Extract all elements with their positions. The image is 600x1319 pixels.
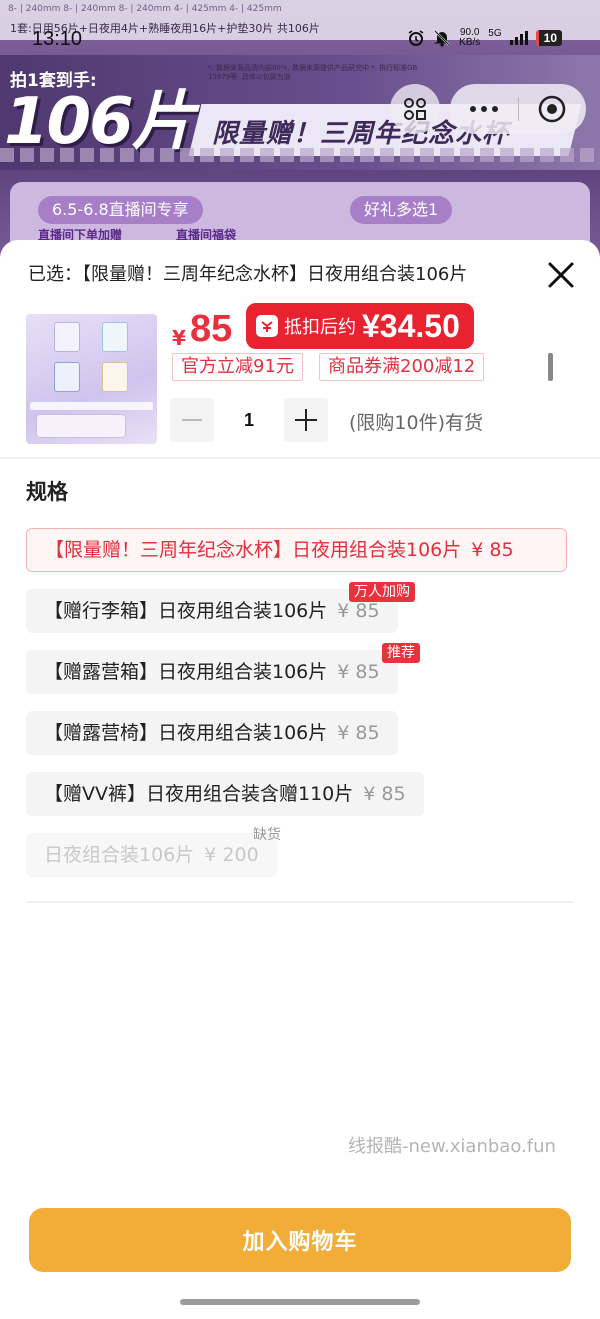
selected-summary: 已选：【限量赠！三周年纪念水杯】日夜用组合装106片 bbox=[28, 260, 508, 286]
price-symbol: ¥ bbox=[172, 326, 186, 350]
home-indicator[interactable] bbox=[180, 1299, 420, 1305]
scan-icon bbox=[404, 98, 426, 120]
spec-option-price: ¥ 85 bbox=[337, 661, 380, 683]
network-speed: 90.0 KB/s bbox=[459, 28, 480, 48]
status-time: 13:10 bbox=[32, 28, 83, 50]
plus-icon bbox=[295, 409, 317, 431]
network-type: 5G bbox=[488, 28, 502, 39]
stock-status: (限购10件)有货 bbox=[349, 412, 484, 434]
close-icon bbox=[548, 262, 574, 288]
mute-bell-icon bbox=[433, 29, 451, 47]
spec-badge-out-of-stock: 缺货 bbox=[253, 827, 281, 843]
more-button[interactable] bbox=[450, 84, 518, 134]
add-to-cart-button[interactable]: 加入购物车 bbox=[29, 1208, 571, 1272]
minus-icon bbox=[182, 419, 202, 421]
thumb-pack bbox=[102, 362, 128, 392]
status-icons: 90.0 KB/s 5G 10 bbox=[407, 28, 562, 48]
spec-option[interactable]: 【赠VV裤】日夜用组合装含赠110片 ¥ 85 bbox=[26, 772, 424, 816]
thumb-pack bbox=[54, 322, 80, 352]
banner-big-number: 106片 bbox=[4, 85, 196, 159]
after-discount-badge: 抵扣后约 ¥34.50 bbox=[246, 303, 474, 349]
banner-fine-print: *. 数据来源品牌内部80%, 数据来源提供产品研究中 *. 执行标准GB 15… bbox=[208, 64, 418, 81]
spec-option-label: 【赠VV裤】日夜用组合装含赠110片 bbox=[44, 783, 354, 805]
banner-pill-gift: 好礼多选1 bbox=[350, 196, 453, 224]
target-icon bbox=[538, 95, 566, 123]
signal-icon bbox=[509, 31, 528, 45]
close-button[interactable] bbox=[544, 258, 578, 292]
spec-option-price: ¥ 200 bbox=[204, 844, 259, 866]
thumb-pack bbox=[54, 362, 80, 392]
after-discount-label: 抵扣后约 bbox=[284, 317, 356, 338]
sku-selector-sheet: 已选：【限量赠！三周年纪念水杯】日夜用组合装106片 ¥ 85 抵扣后约 ¥34… bbox=[0, 240, 600, 1319]
scan-button[interactable] bbox=[390, 84, 440, 134]
spec-option-label: 【赠行李箱】日夜用组合装106片 bbox=[44, 600, 328, 622]
spec-option[interactable]: 【赠行李箱】日夜用组合装106片 ¥ 85 bbox=[26, 589, 398, 633]
spec-option-label: 日夜组合装106片 bbox=[44, 844, 195, 866]
spec-option-label: 【赠露营椅】日夜用组合装106片 bbox=[44, 722, 328, 744]
selected-prefix: 已选： bbox=[28, 264, 82, 285]
banner-pill-live: 6.5-6.8直播间专享 bbox=[38, 196, 203, 224]
banner-chain-decoration bbox=[0, 148, 600, 162]
spec-option-price: ¥ 85 bbox=[337, 722, 380, 744]
spec-option-label: 【赠露营箱】日夜用组合装106片 bbox=[44, 661, 328, 683]
section-divider bbox=[0, 457, 600, 459]
spec-option[interactable]: 【赠露营箱】日夜用组合装106片 ¥ 85 bbox=[26, 650, 398, 694]
product-thumbnail bbox=[26, 314, 157, 444]
spec-option-selected[interactable]: 【限量赠！三周年纪念水杯】日夜用组合装106片 ¥ 85 bbox=[26, 528, 567, 572]
selected-text: 【限量赠！三周年纪念水杯】日夜用组合装106片 bbox=[82, 264, 468, 285]
watermark: 线报酷-new.xianbao.fun bbox=[348, 1136, 556, 1157]
promo-tag-coupon: 商品券满200减12 bbox=[319, 353, 485, 381]
promo-tag-official-discount: 官方立减91元 bbox=[172, 353, 303, 381]
battery-level: 10 bbox=[535, 30, 562, 46]
spec-section-title: 规格 bbox=[26, 480, 68, 504]
quantity-increase-button[interactable] bbox=[284, 398, 328, 442]
thumb-pack bbox=[102, 322, 128, 352]
spec-badge-recommended: 推荐 bbox=[382, 643, 420, 663]
banner-size-row: 8- | 240mm 8- | 240mm 8- | 240mm 4- | 42… bbox=[8, 4, 282, 14]
spec-option-price: ¥ 85 bbox=[337, 600, 380, 622]
alarm-icon bbox=[407, 29, 425, 47]
exit-button[interactable] bbox=[519, 84, 587, 134]
network-speed-unit: KB/s bbox=[459, 37, 481, 48]
more-dots-icon bbox=[469, 106, 498, 112]
spec-option-label: 【限量赠！三周年纪念水杯】日夜用组合装106片 bbox=[45, 539, 462, 561]
spec-badge-popular: 万人加购 bbox=[349, 582, 415, 602]
tags-scrollbar[interactable] bbox=[548, 353, 553, 381]
spec-option-price: ¥ 85 bbox=[363, 783, 406, 805]
section-divider bbox=[26, 901, 574, 903]
thumb-band bbox=[30, 402, 153, 410]
quantity-value[interactable]: 1 bbox=[214, 398, 284, 442]
spec-option-price: ¥ 85 bbox=[471, 539, 514, 561]
quantity-decrease-button[interactable] bbox=[170, 398, 214, 442]
after-discount-price: ¥34.50 bbox=[362, 307, 460, 344]
spec-option-out-of-stock: 日夜组合装106片 ¥ 200 bbox=[26, 833, 277, 877]
mini-program-capsule bbox=[450, 84, 586, 134]
coupon-icon bbox=[256, 315, 278, 337]
thumb-cup-banner bbox=[36, 414, 126, 438]
spec-option[interactable]: 【赠露营椅】日夜用组合装106片 ¥ 85 bbox=[26, 711, 398, 755]
price-value: 85 bbox=[190, 308, 233, 350]
